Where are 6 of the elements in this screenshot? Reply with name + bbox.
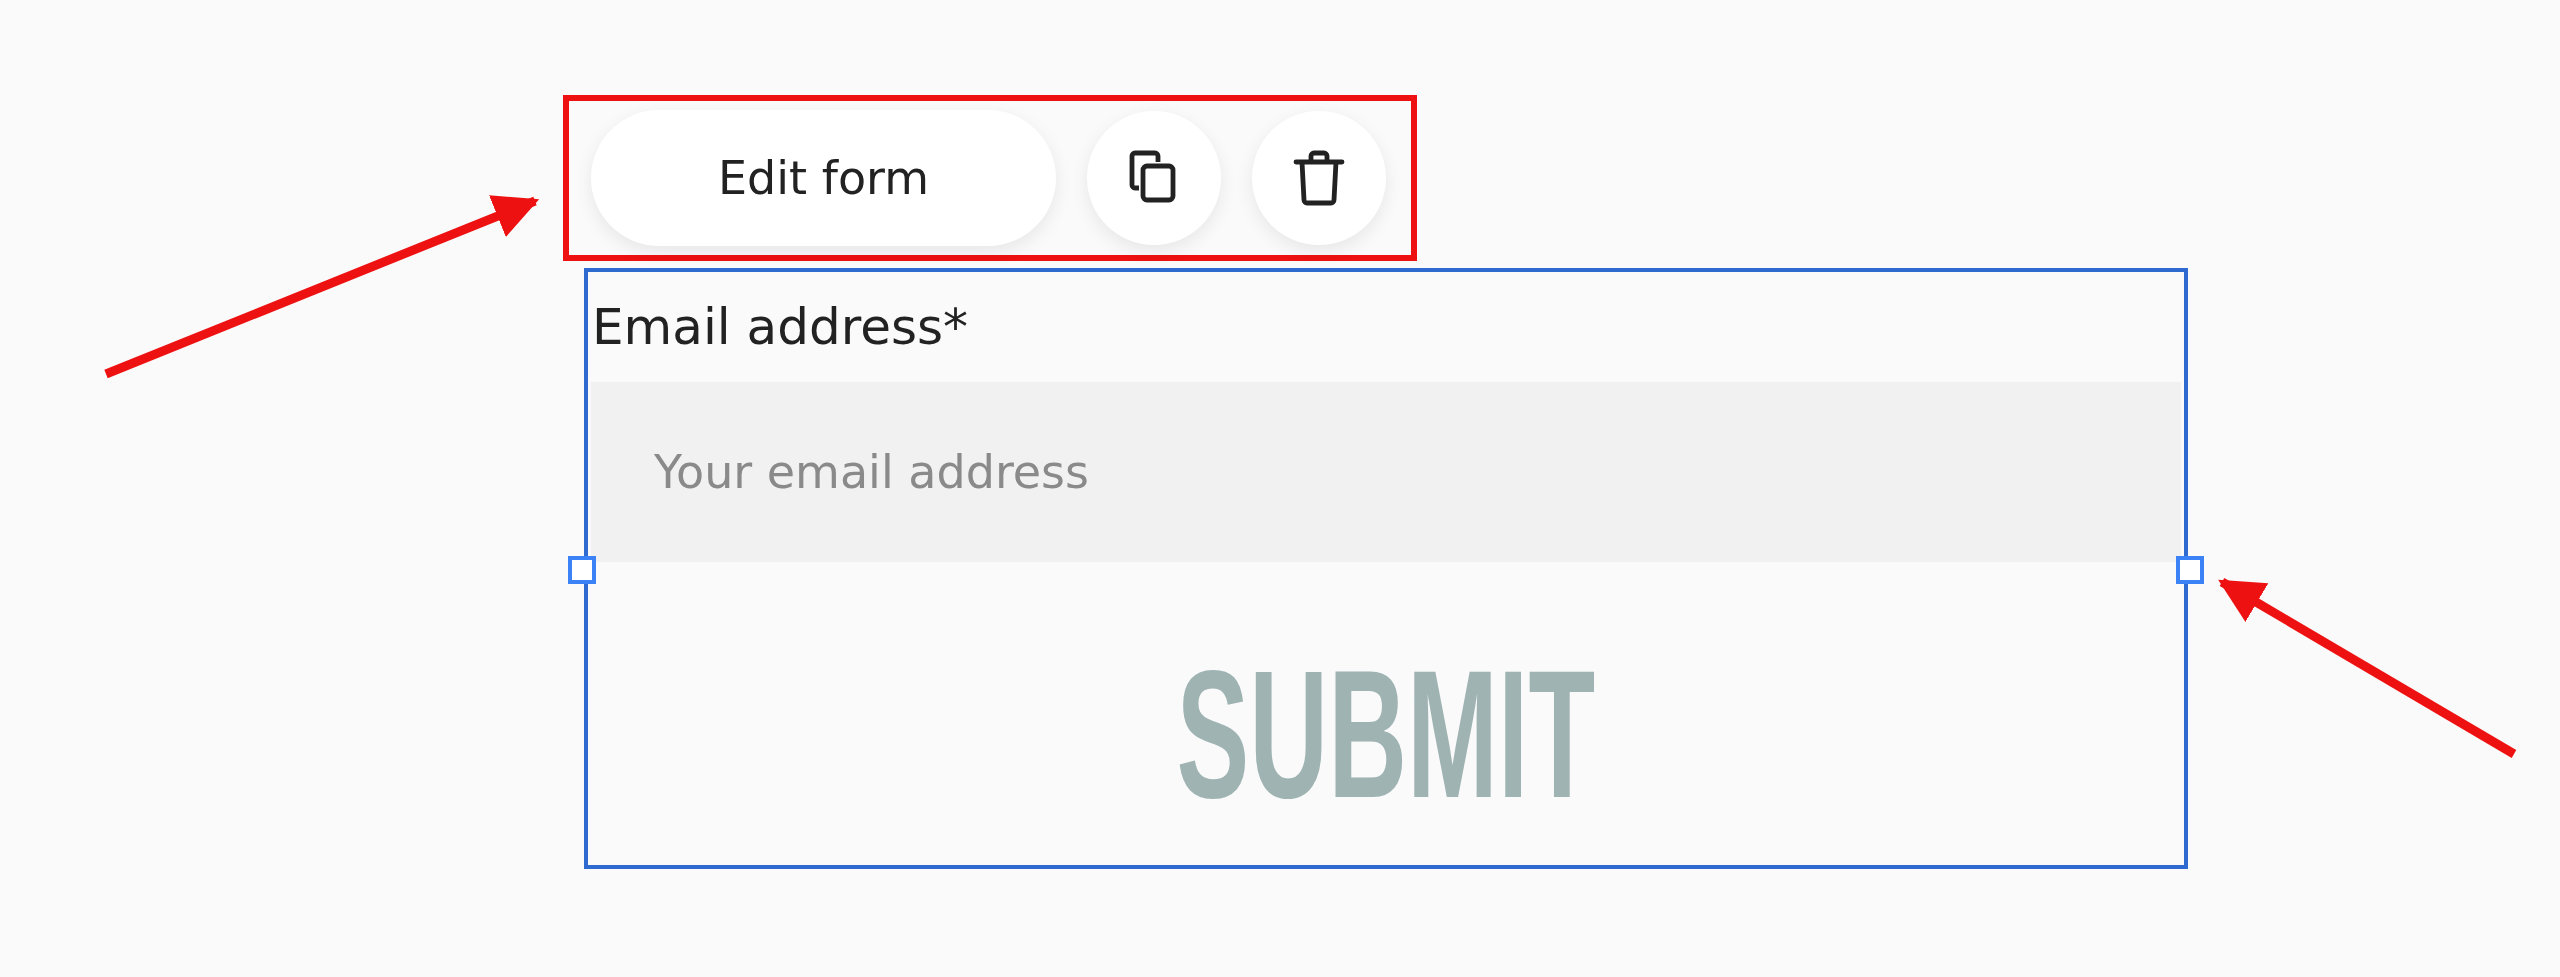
email-field[interactable]: Your email address (591, 382, 2181, 562)
resize-handle[interactable] (2176, 556, 2204, 584)
resize-handle[interactable] (568, 556, 596, 584)
edit-form-button[interactable]: Edit form (591, 110, 1056, 246)
trash-icon (1293, 150, 1345, 206)
field-label: Email address* (591, 297, 970, 358)
